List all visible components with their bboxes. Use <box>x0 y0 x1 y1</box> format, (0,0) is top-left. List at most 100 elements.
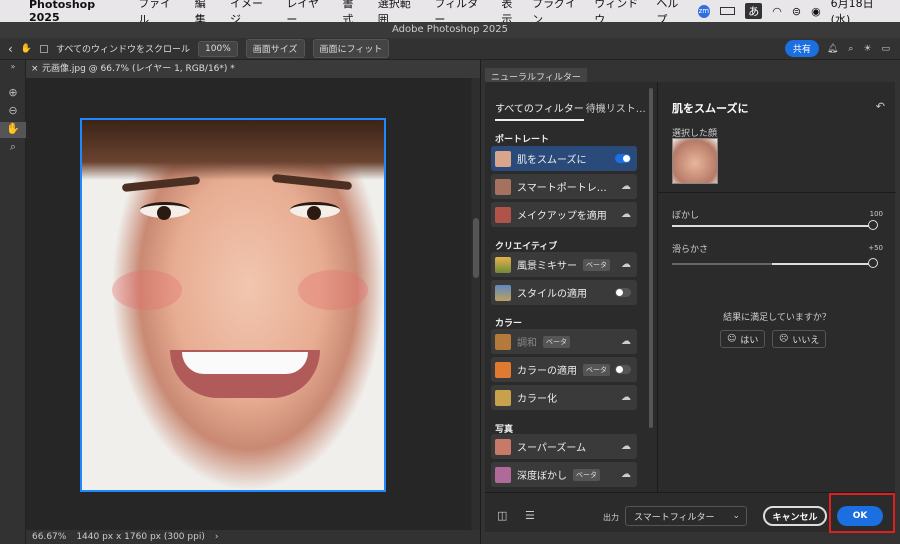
left-cheek <box>112 270 182 310</box>
reset-icon[interactable]: ↶ <box>876 100 885 113</box>
cloud-download-icon[interactable]: ☁ <box>621 441 631 452</box>
output-select[interactable]: スマートフィルター ⌄ <box>625 506 747 526</box>
hand-tool-icon[interactable]: ✋ <box>21 44 32 54</box>
filter-makeup-transfer[interactable]: メイクアップを適用 ☁ <box>491 202 637 227</box>
blur-value[interactable]: 100 <box>870 210 883 218</box>
filter-color-transfer[interactable]: カラーの適用 ベータ <box>491 357 637 382</box>
status-arrow-icon[interactable]: › <box>215 530 219 544</box>
app-menu[interactable]: Photoshop 2025 <box>29 0 126 24</box>
filter-harmonization[interactable]: 調和 ベータ ☁ <box>491 329 637 354</box>
feedback-yes-button[interactable]: ☺ はい <box>720 330 766 348</box>
zoom-in-icon[interactable]: ⊕ <box>0 86 26 102</box>
beta-badge: ベータ <box>583 363 610 376</box>
cloud-download-icon[interactable]: ☁ <box>621 181 631 192</box>
blur-label: ぼかし <box>672 211 700 221</box>
zoom-100-button[interactable]: 100% <box>198 40 238 57</box>
zoom-icon[interactable]: zm <box>697 4 710 18</box>
teeth <box>182 352 308 374</box>
neural-filters-body: すべてのフィルター 待機リスト… ポートレート 肌をスムーズに スマートポートレ… <box>485 82 896 533</box>
cancel-button[interactable]: キャンセル <box>763 506 827 526</box>
scroll-all-checkbox[interactable] <box>40 44 49 53</box>
wifi-icon[interactable]: ◠ <box>772 5 782 18</box>
filter-label: 調和 <box>517 338 537 349</box>
filter-style-transfer[interactable]: スタイルの適用 <box>491 280 637 305</box>
output-select-value: スマートフィルター <box>634 512 715 523</box>
battery-icon[interactable] <box>719 7 736 15</box>
collapse-icon[interactable]: » <box>0 62 26 78</box>
portrait-photo[interactable] <box>80 118 386 492</box>
divider <box>658 192 896 193</box>
compare-view-icon[interactable]: ◫ <box>497 509 507 522</box>
color-transfer-toggle[interactable] <box>615 365 631 374</box>
options-bar: ‹ ✋ すべてのウィンドウをスクロール 100% 画面サイズ 画面にフィット 共… <box>0 38 900 60</box>
zoom-out-icon[interactable]: ⊖ <box>0 104 26 120</box>
smoothness-slider-knob[interactable] <box>868 258 878 268</box>
back-icon[interactable]: ‹ <box>8 42 13 56</box>
zoom-readout[interactable]: 66.67% <box>32 530 66 544</box>
skin-smoothing-toggle[interactable] <box>615 154 631 163</box>
filter-depth-blur[interactable]: 深度ぼかし ベータ ☁ <box>491 462 637 487</box>
cloud-download-icon[interactable]: ☁ <box>621 469 631 480</box>
fill-screen-button[interactable]: 画面にフィット <box>312 39 390 58</box>
filter-skin-smoothing[interactable]: 肌をスムーズに <box>491 146 637 171</box>
panel-layout-icon[interactable]: ▭ <box>881 44 890 54</box>
vertical-scroll-thumb[interactable] <box>473 218 479 278</box>
right-eye <box>290 202 340 220</box>
bell-icon[interactable]: 🔔︎ <box>827 44 838 54</box>
smoothness-slider[interactable] <box>672 263 872 265</box>
canvas-area[interactable] <box>26 78 471 538</box>
smoothness-value[interactable]: +50 <box>868 244 883 252</box>
control-center-icon[interactable]: ⊜ <box>792 5 801 18</box>
filter-label: 深度ぼかし <box>517 471 567 482</box>
filter-label: カラーの適用 <box>517 366 577 377</box>
close-tab-icon[interactable]: × <box>31 60 39 78</box>
hand-icon[interactable]: ✋ <box>0 122 26 138</box>
smoothness-label: 滑らかさ <box>672 245 709 255</box>
smoothness-slider-fill <box>772 263 872 265</box>
tab-all-filters[interactable]: すべてのフィルター <box>495 100 584 121</box>
tab-waitlist[interactable]: 待機リスト… <box>586 100 646 121</box>
feedback-no-button[interactable]: ☹ いいえ <box>772 330 827 348</box>
beta-badge: ベータ <box>573 468 600 481</box>
ok-button[interactable]: OK <box>837 506 883 526</box>
blur-slider[interactable] <box>672 225 872 227</box>
cloud-download-icon[interactable]: ☁ <box>621 336 631 347</box>
selected-face-thumbnail[interactable] <box>672 138 718 184</box>
ime-indicator[interactable]: あ <box>745 3 763 19</box>
category-creative: クリエイティブ <box>495 242 558 252</box>
toolbar-icons: 🔔︎ ⌕ ☀ ▭ <box>827 44 900 54</box>
cloud-download-icon[interactable]: ☁ <box>621 209 631 220</box>
filter-label: 風景ミキサー <box>517 261 577 272</box>
vertical-scrollbar[interactable] <box>472 78 480 530</box>
filter-colorize[interactable]: カラー化 ☁ <box>491 385 637 410</box>
style-transfer-toggle[interactable] <box>615 288 631 297</box>
filter-thumbnail <box>495 333 511 350</box>
filter-landscape-mixer[interactable]: 風景ミキサー ベータ ☁ <box>491 252 637 277</box>
fit-screen-button[interactable]: 画面サイズ <box>245 39 305 58</box>
filter-thumbnail <box>495 361 511 378</box>
magnifier-icon[interactable]: ⌕ <box>0 140 26 156</box>
filter-label: メイクアップを適用 <box>517 211 607 222</box>
filter-smart-portrait[interactable]: スマートポートレ… ☁ <box>491 174 637 199</box>
filter-super-zoom[interactable]: スーパーズーム ☁ <box>491 434 637 459</box>
feedback-yes-label: はい <box>740 335 759 346</box>
filter-thumbnail <box>495 150 511 167</box>
filter-label: スマートポートレ… <box>517 183 607 194</box>
document-tab[interactable]: × 元画像.jpg @ 66.7% (レイヤー 1, RGB/16*) * <box>26 60 480 78</box>
beta-badge: ベータ <box>543 335 570 348</box>
filter-thumbnail <box>495 389 511 406</box>
search-icon[interactable]: ⌕ <box>848 44 853 54</box>
siri-icon[interactable]: ◉ <box>811 5 821 18</box>
chevron-down-icon: ⌄ <box>732 511 740 521</box>
share-button[interactable]: 共有 <box>784 40 819 57</box>
output-label: 出力 <box>603 513 619 522</box>
filter-list-scrollbar[interactable] <box>649 88 653 428</box>
lightbulb-icon[interactable]: ☀ <box>863 44 871 54</box>
cloud-download-icon[interactable]: ☁ <box>621 259 631 270</box>
blur-slider-knob[interactable] <box>868 220 878 230</box>
cloud-download-icon[interactable]: ☁ <box>621 392 631 403</box>
filter-list: すべてのフィルター 待機リスト… ポートレート 肌をスムーズに スマートポートレ… <box>485 82 653 492</box>
feedback-no-label: いいえ <box>792 335 820 346</box>
layers-preview-icon[interactable]: ☰ <box>525 509 535 522</box>
filter-detail: 肌をスムーズに ↶ 選択した顔 ぼかし 100 滑らかさ +50 結果に満足して… <box>657 82 896 492</box>
